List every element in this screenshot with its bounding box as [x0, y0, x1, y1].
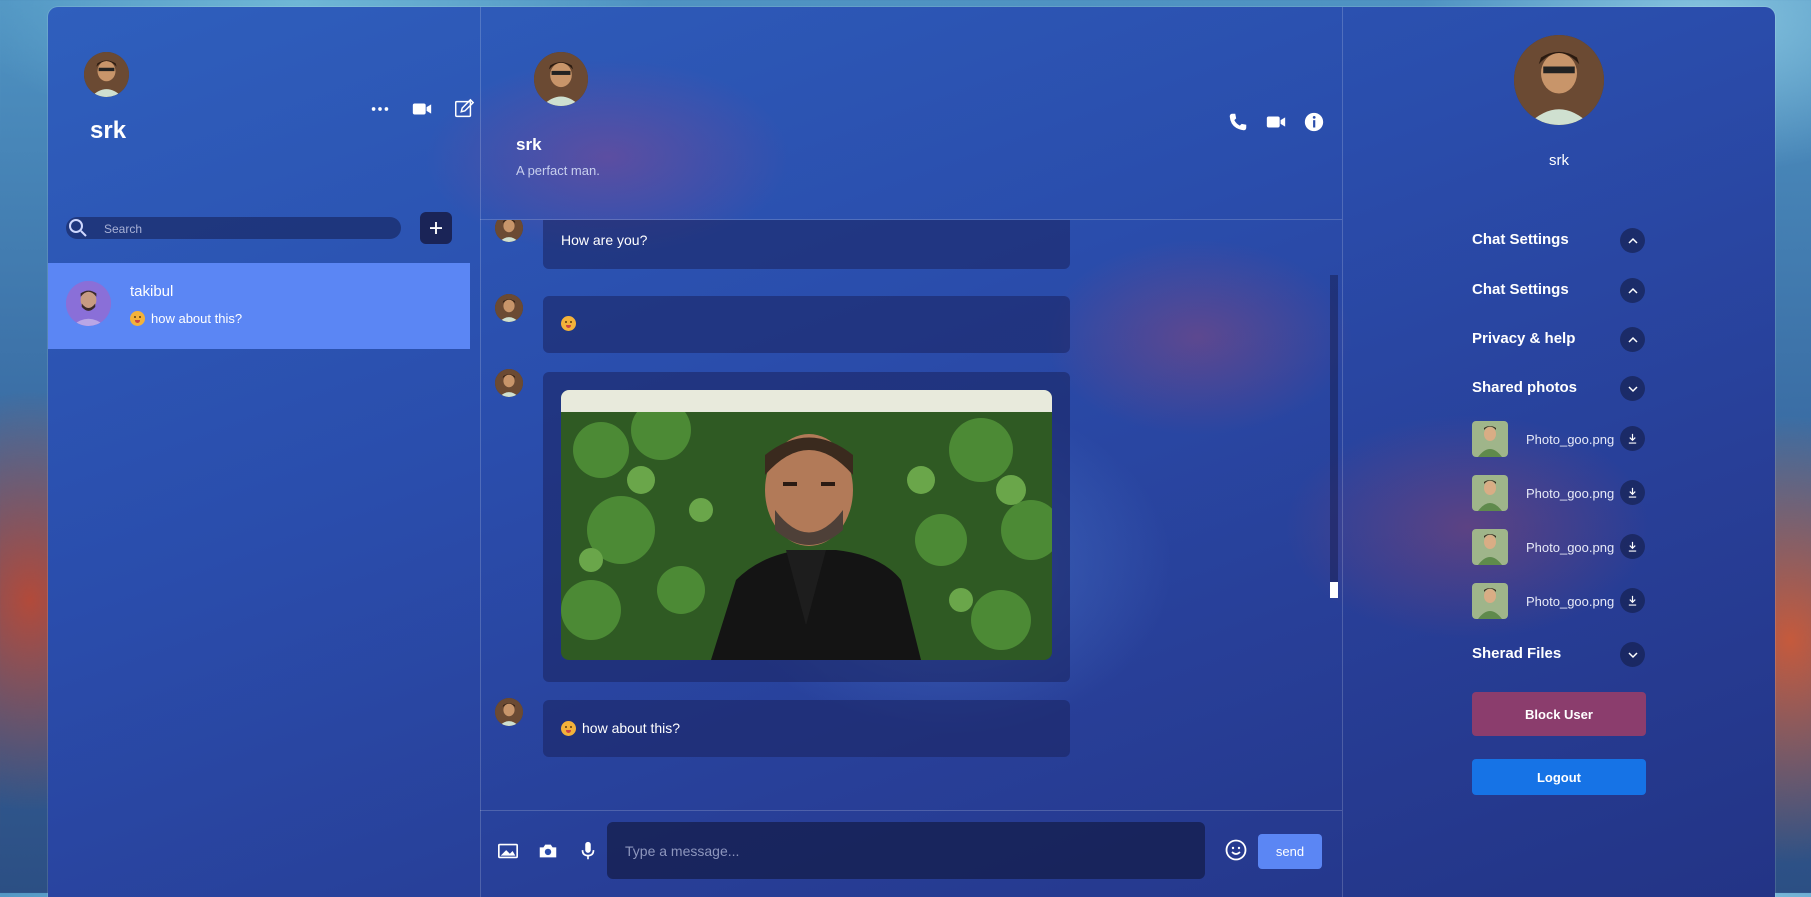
message-text-row: how about this?: [561, 720, 680, 736]
chat-partner-avatar[interactable]: [534, 52, 588, 106]
photo-filename: Photo_goo.png: [1526, 594, 1615, 609]
chat-list-panel: srk takibul: [48, 7, 481, 897]
current-user-name: srk: [90, 117, 127, 144]
shared-photo-item[interactable]: Photo_goo.png: [1472, 421, 1646, 461]
shared-photo-item[interactable]: Photo_goo.png: [1472, 529, 1646, 569]
download-icon[interactable]: [1620, 480, 1645, 505]
conversation-toolbar: [1226, 110, 1326, 134]
shared-photo-item[interactable]: Photo_goo.png: [1472, 475, 1646, 515]
photo-filename: Photo_goo.png: [1526, 540, 1615, 555]
section-label: Privacy & help: [1472, 330, 1576, 347]
more-dots-icon[interactable]: [368, 97, 392, 121]
details-avatar: [1514, 35, 1604, 125]
chat-partner-name: srk: [516, 135, 542, 154]
scrollbar-thumb[interactable]: [1330, 582, 1338, 598]
section-chat-settings[interactable]: Chat Settings: [1472, 225, 1646, 255]
logout-button[interactable]: Logout: [1472, 759, 1646, 795]
chat-list-item[interactable]: takibul how about this?: [48, 263, 470, 349]
chevron-down-icon[interactable]: [1620, 376, 1645, 401]
message-avatar: [495, 294, 523, 322]
conversation-panel: srk A perfact man. How are you? how abou…: [480, 7, 1343, 897]
message-list[interactable]: How are you? how about this?: [480, 220, 1342, 811]
download-icon[interactable]: [1620, 534, 1645, 559]
info-icon[interactable]: [1302, 110, 1326, 134]
camera-icon[interactable]: [536, 839, 560, 863]
emoji-icon: [130, 311, 145, 326]
emoji-icon: [561, 720, 576, 736]
search-box: [66, 217, 411, 243]
microphone-icon[interactable]: [576, 839, 600, 863]
emoji-icon: [561, 316, 576, 331]
download-icon[interactable]: [1620, 588, 1645, 613]
section-label: Chat Settings: [1472, 231, 1569, 248]
chat-app-window: srk takibul: [48, 7, 1775, 897]
phone-icon[interactable]: [1226, 110, 1250, 134]
emoji-icon[interactable]: [1224, 838, 1248, 862]
section-shared-photos[interactable]: Shared photos: [1472, 373, 1646, 403]
photo-thumbnail: [1472, 529, 1508, 565]
details-name: srk: [1549, 152, 1569, 169]
composer-attachments: [496, 839, 600, 863]
section-label: Chat Settings: [1472, 281, 1569, 298]
photo-thumbnail: [1472, 583, 1508, 619]
download-icon[interactable]: [1620, 426, 1645, 451]
composer-divider: [480, 810, 1342, 811]
chat-partner-status: A perfact man.: [516, 163, 600, 178]
message-bubble: how about this?: [543, 700, 1070, 757]
message-text: How are you?: [561, 232, 648, 248]
left-toolbar: [368, 97, 476, 121]
video-camera-icon[interactable]: [1264, 110, 1288, 134]
message-bubble: [543, 296, 1070, 353]
section-label: Sherad Files: [1472, 645, 1562, 662]
section-label: Shared photos: [1472, 379, 1578, 396]
scrollbar-track[interactable]: [1330, 275, 1338, 596]
block-user-button[interactable]: Block User: [1472, 692, 1646, 736]
section-chat-settings-2[interactable]: Chat Settings: [1472, 275, 1646, 305]
chevron-up-icon[interactable]: [1620, 327, 1645, 352]
chat-item-preview: how about this?: [130, 311, 242, 326]
message-input[interactable]: [607, 822, 1205, 879]
chevron-up-icon[interactable]: [1620, 278, 1645, 303]
image-icon[interactable]: [496, 839, 520, 863]
message-avatar: [495, 698, 523, 726]
edit-icon[interactable]: [452, 97, 476, 121]
photo-thumbnail: [1472, 421, 1508, 457]
contact-avatar: [66, 281, 111, 326]
chevron-down-icon[interactable]: [1620, 642, 1645, 667]
chevron-up-icon[interactable]: [1620, 228, 1645, 253]
shared-image[interactable]: [561, 390, 1052, 660]
search-icon: [66, 215, 90, 239]
message-text: how about this?: [582, 720, 681, 736]
photo-filename: Photo_goo.png: [1526, 486, 1615, 501]
message-emoji: [561, 316, 576, 331]
chat-item-last-message: how about this?: [151, 311, 243, 326]
message-avatar: [495, 369, 523, 397]
search-input[interactable]: [102, 220, 386, 238]
plus-icon: [430, 222, 442, 234]
video-camera-icon[interactable]: [410, 97, 434, 121]
section-privacy-help[interactable]: Privacy & help: [1472, 324, 1646, 354]
user-avatar[interactable]: [84, 52, 129, 97]
details-panel: srk Chat Settings Chat Settings Privacy …: [1343, 7, 1775, 897]
message-avatar: [495, 220, 523, 242]
message-bubble: How are you?: [543, 220, 1070, 269]
add-chat-button[interactable]: [420, 212, 452, 244]
photo-filename: Photo_goo.png: [1526, 432, 1615, 447]
send-button[interactable]: send: [1258, 834, 1322, 869]
photo-thumbnail: [1472, 475, 1508, 511]
shared-photo-item[interactable]: Photo_goo.png: [1472, 583, 1646, 623]
chat-item-name: takibul: [130, 283, 174, 300]
message-bubble-image: [543, 372, 1070, 682]
section-shared-files[interactable]: Sherad Files: [1472, 639, 1646, 669]
